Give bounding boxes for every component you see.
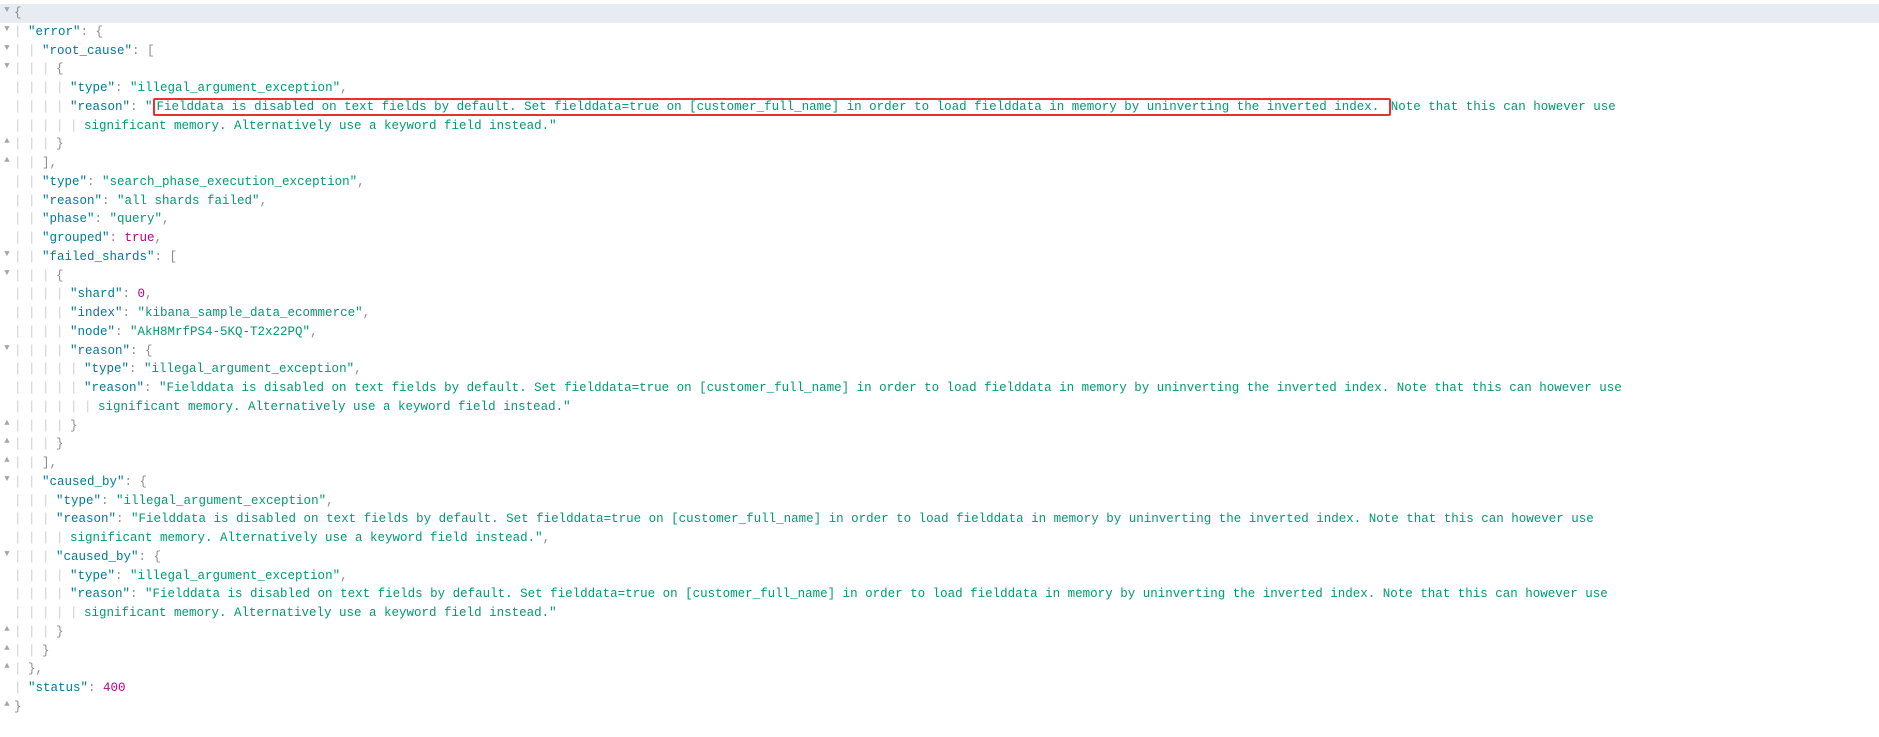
json-response-viewer: {|"error": {||"root_cause": [|||{||||"ty…	[0, 0, 1879, 737]
json-line: ||"failed_shards": [	[0, 248, 1879, 267]
json-line: ||||"node": "AkH8MrfPS4-5KQ-T2x22PQ",	[0, 323, 1879, 342]
fold-collapse-icon[interactable]	[0, 342, 14, 356]
fold-collapse-icon[interactable]	[0, 23, 14, 37]
json-line: ||||"index": "kibana_sample_data_ecommer…	[0, 304, 1879, 323]
fold-expand-icon[interactable]	[0, 642, 14, 656]
fold-collapse-icon[interactable]	[0, 42, 14, 56]
json-line: ||"phase": "query",	[0, 210, 1879, 229]
json-line: ||||significant memory. Alternatively us…	[0, 529, 1879, 548]
json-line: |||"type": "illegal_argument_exception",	[0, 492, 1879, 511]
fold-expand-icon[interactable]	[0, 135, 14, 149]
json-line: |||||significant memory. Alternatively u…	[0, 604, 1879, 623]
json-line: |||}	[0, 435, 1879, 454]
fold-collapse-icon[interactable]	[0, 4, 14, 18]
json-line: |"error": {	[0, 23, 1879, 42]
fold-expand-icon[interactable]	[0, 417, 14, 431]
json-line: |||}	[0, 135, 1879, 154]
json-line: ||"caused_by": {	[0, 473, 1879, 492]
json-line: ||],	[0, 154, 1879, 173]
json-line: ||||||significant memory. Alternatively …	[0, 398, 1879, 417]
json-line: ||"type": "search_phase_execution_except…	[0, 173, 1879, 192]
json-line: ||],	[0, 454, 1879, 473]
json-line: ||"root_cause": [	[0, 42, 1879, 61]
fold-collapse-icon[interactable]	[0, 473, 14, 487]
json-line: |||||significant memory. Alternatively u…	[0, 117, 1879, 136]
fold-collapse-icon[interactable]	[0, 248, 14, 262]
json-line: |||"reason": "Fielddata is disabled on t…	[0, 510, 1879, 529]
json-line: |||||"reason": "Fielddata is disabled on…	[0, 379, 1879, 398]
json-line: |||||"type": "illegal_argument_exception…	[0, 360, 1879, 379]
json-line: ||||"reason": "Fielddata is disabled on …	[0, 585, 1879, 604]
fold-collapse-icon[interactable]	[0, 267, 14, 281]
highlighted-error-reason: Fielddata is disabled on text fields by …	[153, 98, 1391, 116]
json-line: ||"grouped": true,	[0, 229, 1879, 248]
json-line: ||||}	[0, 417, 1879, 436]
json-line: ||||"type": "illegal_argument_exception"…	[0, 567, 1879, 586]
json-line: |||{	[0, 267, 1879, 286]
json-line: ||||"type": "illegal_argument_exception"…	[0, 79, 1879, 98]
fold-expand-icon[interactable]	[0, 154, 14, 168]
fold-expand-icon[interactable]	[0, 660, 14, 674]
json-line: |||"caused_by": {	[0, 548, 1879, 567]
json-line: {	[0, 4, 1879, 23]
json-line: ||||"reason": {	[0, 342, 1879, 361]
json-line: ||||"shard": 0,	[0, 285, 1879, 304]
json-line: |"status": 400	[0, 679, 1879, 698]
fold-expand-icon[interactable]	[0, 454, 14, 468]
json-line: |||}	[0, 623, 1879, 642]
fold-collapse-icon[interactable]	[0, 60, 14, 74]
json-line: |},	[0, 660, 1879, 679]
json-line: ||||"reason": "Fielddata is disabled on …	[0, 98, 1879, 117]
fold-collapse-icon[interactable]	[0, 548, 14, 562]
json-line: }	[0, 698, 1879, 717]
fold-expand-icon[interactable]	[0, 698, 14, 712]
fold-expand-icon[interactable]	[0, 623, 14, 637]
fold-expand-icon[interactable]	[0, 435, 14, 449]
json-line: ||"reason": "all shards failed",	[0, 192, 1879, 211]
json-line: |||{	[0, 60, 1879, 79]
json-line: ||}	[0, 642, 1879, 661]
